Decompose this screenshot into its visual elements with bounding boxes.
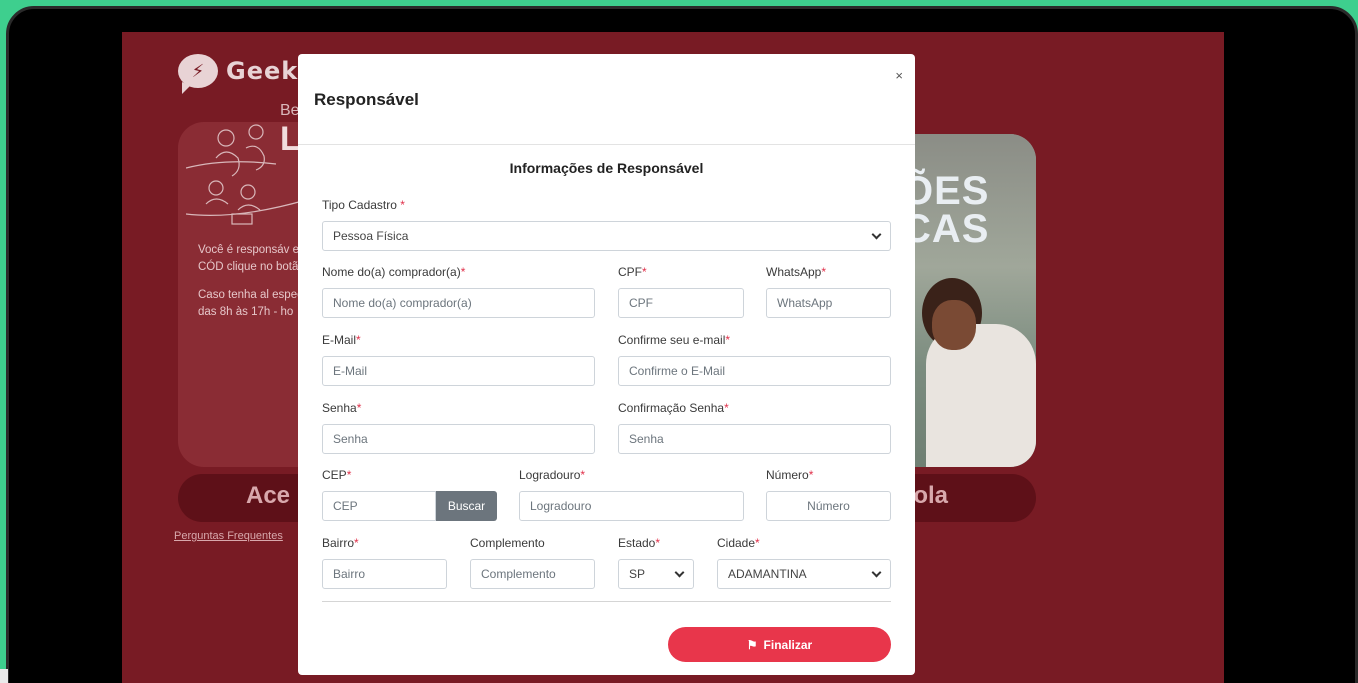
child-face xyxy=(932,300,976,350)
finalizar-label: Finalizar xyxy=(763,637,813,652)
cep-label: CEP* xyxy=(322,468,352,482)
access-button-label: Ace xyxy=(246,482,291,509)
divider xyxy=(322,601,891,602)
cidade-label: Cidade* xyxy=(717,536,760,550)
senha-input[interactable] xyxy=(322,424,595,454)
numero-input[interactable] xyxy=(766,491,891,521)
logo-text: Geek xyxy=(226,57,299,85)
chevron-down-icon xyxy=(871,229,882,239)
finalizar-button[interactable]: ⚑ Finalizar xyxy=(668,627,891,662)
whatsapp-input[interactable] xyxy=(766,288,891,318)
email-input[interactable] xyxy=(322,356,595,386)
screen-corner xyxy=(0,669,8,683)
hero-subtitle: Be xyxy=(280,102,300,119)
bairro-label: Bairro* xyxy=(322,536,359,550)
faq-link[interactable]: Perguntas Frequentes xyxy=(174,530,283,542)
estado-select[interactable]: SP xyxy=(618,559,694,589)
nome-input[interactable] xyxy=(322,288,595,318)
whatsapp-label: WhatsApp* xyxy=(766,265,827,279)
hero-image-text: ÕES CAS xyxy=(902,169,990,251)
cidade-select[interactable]: ADAMANTINA xyxy=(717,559,891,589)
bairro-input[interactable] xyxy=(322,559,447,589)
responsavel-modal: Responsável × Informações de Responsável… xyxy=(298,54,915,675)
tipo-cadastro-value: Pessoa Física xyxy=(333,229,409,243)
cidade-value: ADAMANTINA xyxy=(728,567,807,581)
lightning-icon: ⚡ xyxy=(178,54,218,94)
logo: ⚡ Geek xyxy=(178,54,299,94)
cep-input[interactable] xyxy=(322,491,436,521)
email-label: E-Mail* xyxy=(322,333,361,347)
tipo-cadastro-label: Tipo Cadastro * xyxy=(322,198,405,212)
senha-label: Senha* xyxy=(322,401,362,415)
flag-icon: ⚑ xyxy=(746,637,758,652)
numero-label: Número* xyxy=(766,468,814,482)
modal-title: Responsável xyxy=(314,90,419,109)
estado-label: Estado* xyxy=(618,536,661,550)
cpf-label: CPF* xyxy=(618,265,647,279)
close-icon[interactable]: × xyxy=(895,68,903,83)
tipo-cadastro-select[interactable]: Pessoa Física xyxy=(322,221,891,251)
nome-label: Nome do(a) comprador(a)* xyxy=(322,265,466,279)
confirm-email-label: Confirme seu e-mail* xyxy=(618,333,731,347)
logradouro-label: Logradouro* xyxy=(519,468,586,482)
complemento-input[interactable] xyxy=(470,559,595,589)
chevron-down-icon xyxy=(871,567,882,577)
cpf-input[interactable] xyxy=(618,288,744,318)
logradouro-input[interactable] xyxy=(519,491,744,521)
modal-header: Responsável × xyxy=(298,54,915,145)
buscar-button[interactable]: Buscar xyxy=(436,491,497,521)
confirm-email-input[interactable] xyxy=(618,356,891,386)
chevron-down-icon xyxy=(674,567,685,577)
complemento-label: Complemento xyxy=(470,536,545,550)
confirm-senha-input[interactable] xyxy=(618,424,891,454)
section-title: Informações de Responsável xyxy=(509,160,704,176)
confirm-senha-label: Confirmação Senha* xyxy=(618,401,729,415)
estado-value: SP xyxy=(629,567,646,581)
